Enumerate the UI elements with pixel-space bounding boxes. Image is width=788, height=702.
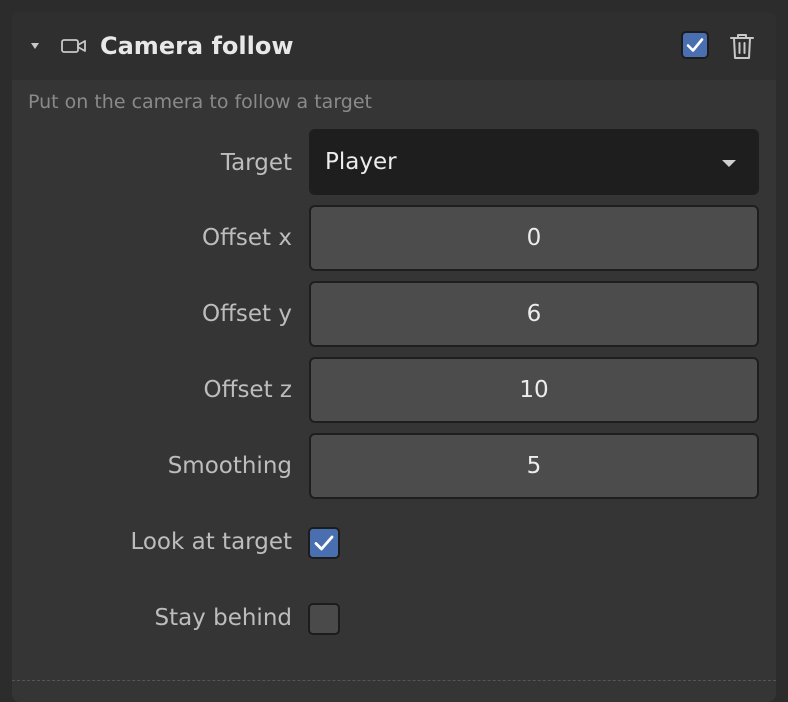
smoothing-label: Smoothing	[167, 453, 292, 479]
component-panel: Camera follow Put on the camera to follo…	[12, 12, 776, 702]
component-title: Camera follow	[100, 32, 294, 60]
look-at-target-label: Look at target	[130, 529, 292, 555]
offset-z-label: Offset z	[203, 377, 293, 403]
component-enabled-checkbox[interactable]	[681, 31, 709, 59]
checkmark-icon	[686, 38, 704, 52]
offset-x-label: Offset x	[201, 225, 292, 251]
collapse-triangle-icon[interactable]	[31, 43, 39, 49]
offset-y-input[interactable]: 6	[309, 281, 759, 347]
target-select-value: Player	[325, 149, 397, 175]
offset-z-input[interactable]: 10	[309, 357, 759, 423]
checkmark-icon	[314, 535, 334, 551]
look-at-target-checkbox[interactable]	[308, 527, 340, 559]
stay-behind-checkbox[interactable]	[308, 603, 340, 635]
offset-y-label: Offset y	[201, 301, 292, 327]
offset-x-input[interactable]: 0	[309, 205, 759, 271]
video-camera-icon	[61, 39, 86, 53]
panel-divider	[12, 680, 776, 681]
target-label: Target	[220, 150, 292, 176]
trash-icon[interactable]	[728, 31, 756, 61]
component-description: Put on the camera to follow a target	[28, 91, 373, 113]
smoothing-input[interactable]: 5	[309, 433, 759, 499]
component-header[interactable]: Camera follow	[12, 12, 776, 80]
chevron-down-icon	[722, 160, 736, 167]
target-select[interactable]: Player	[309, 129, 759, 195]
stay-behind-label: Stay behind	[154, 605, 292, 631]
